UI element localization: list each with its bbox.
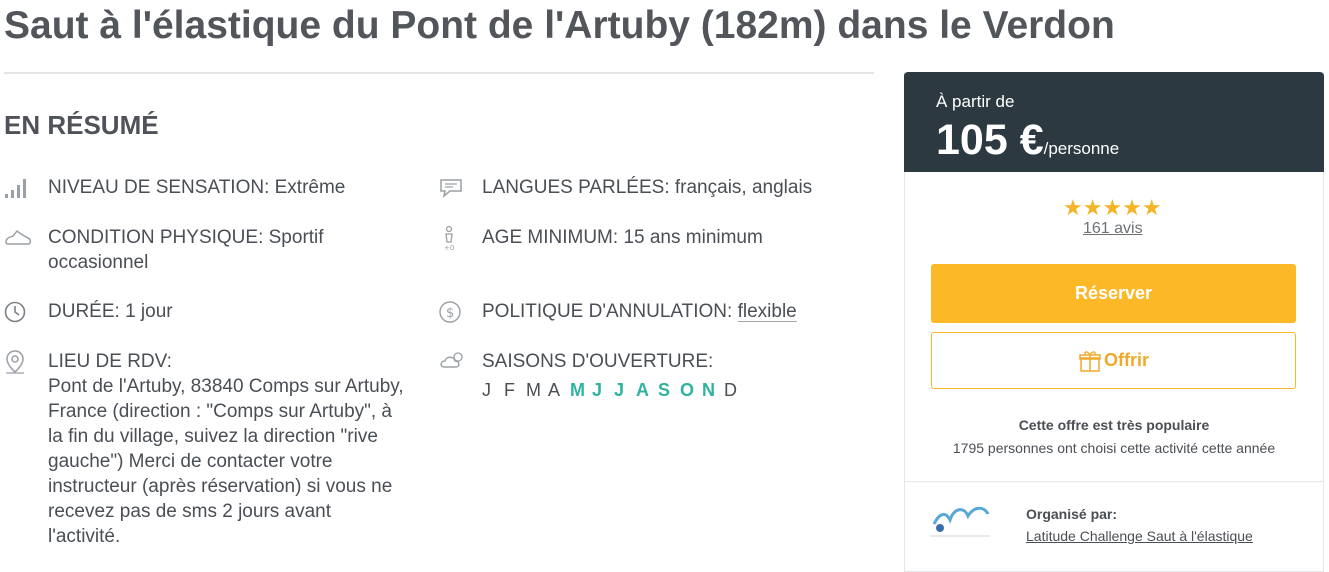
seasons-label: SAISONS D'OUVERTURE: — [482, 351, 714, 372]
speech-bubble-icon — [438, 175, 468, 201]
season-month: M — [526, 380, 541, 400]
sensation-text: NIVEAU DE SENSATION: Extrême — [48, 177, 346, 198]
reviews-link[interactable]: 161 avis — [1083, 220, 1143, 238]
languages-item: LANGUES PARLÉES: français, anglais — [438, 175, 878, 201]
meeting-text: Pont de l'Artuby, 83840 Comps sur Artuby… — [48, 376, 404, 547]
duration-item: DURÉE: 1 jour — [4, 299, 404, 325]
price-unit: /personne — [1043, 139, 1120, 158]
cancel-label: POLITIQUE D'ANNULATION: — [482, 301, 738, 322]
reserve-button[interactable]: Réserver — [931, 264, 1296, 323]
season-month: J — [592, 380, 603, 400]
season-month: F — [504, 380, 515, 400]
season-month: M — [570, 380, 585, 400]
offer-button[interactable]: Offrir — [931, 332, 1296, 389]
signal-bars-icon — [4, 175, 34, 201]
sensation-item: NIVEAU DE SENSATION: Extrême — [4, 175, 404, 201]
condition-text: CONDITION PHYSIQUE: Sportif occasionnel — [48, 227, 324, 273]
weather-icon — [438, 349, 468, 375]
popular-title: Cette offre est très populaire — [1018, 417, 1210, 433]
organizer-divider — [905, 481, 1323, 482]
map-pin-icon — [4, 349, 34, 375]
cancel-policy-link[interactable]: flexible — [738, 301, 797, 322]
age-item: +0 AGE MINIMUM: 15 ans minimum — [438, 225, 878, 251]
meeting-label: LIEU DE RDV: — [48, 351, 172, 372]
age-text: AGE MINIMUM: 15 ans minimum — [482, 227, 763, 248]
sneaker-icon — [4, 225, 34, 251]
season-month: J — [482, 380, 491, 400]
seasons-item: SAISONS D'OUVERTURE: JFMAMJJASOND — [438, 349, 878, 403]
duration-text: DURÉE: 1 jour — [48, 301, 173, 322]
price: 105 €/personne — [936, 116, 1119, 165]
gift-icon — [1078, 349, 1102, 373]
season-month: N — [702, 380, 715, 400]
season-month: J — [614, 380, 625, 400]
cancel-item: $ POLITIQUE D'ANNULATION: flexible — [438, 299, 878, 325]
organizer-link[interactable]: Latitude Challenge Saut à l'élastique — [1026, 528, 1253, 544]
season-month: A — [548, 380, 561, 400]
title-divider — [4, 72, 874, 74]
price-value: 105 € — [936, 116, 1044, 164]
svg-text:$: $ — [446, 306, 454, 321]
condition-item: CONDITION PHYSIQUE: Sportif occasionnel — [4, 225, 404, 275]
organizer-logo — [926, 500, 994, 544]
clock-icon — [4, 299, 34, 325]
season-month: O — [680, 380, 695, 400]
season-months: JFMAMJJASOND — [482, 378, 746, 403]
languages-text: LANGUES PARLÉES: français, anglais — [482, 177, 813, 198]
summary-heading: EN RÉSUMÉ — [4, 110, 159, 140]
price-box: À partir de 105 €/personne — [904, 72, 1324, 172]
season-month: A — [636, 380, 649, 400]
season-month: D — [724, 380, 737, 400]
svg-text:+0: +0 — [444, 244, 454, 251]
page-title: Saut à l'élastique du Pont de l'Artuby (… — [4, 4, 1115, 47]
organized-by-label: Organisé par: — [1026, 506, 1118, 522]
popular-subtitle: 1795 personnes ont choisi cette activité… — [952, 440, 1276, 456]
price-from-label: À partir de — [936, 92, 1015, 111]
season-month: S — [658, 380, 671, 400]
dollar-circle-icon: $ — [438, 299, 468, 325]
meeting-item: LIEU DE RDV: Pont de l'Artuby, 83840 Com… — [4, 349, 424, 549]
offer-label: Offrir — [1104, 350, 1149, 370]
rating-stars-icon: ★★★★★ — [1063, 195, 1162, 220]
person-age-icon: +0 — [438, 225, 468, 251]
